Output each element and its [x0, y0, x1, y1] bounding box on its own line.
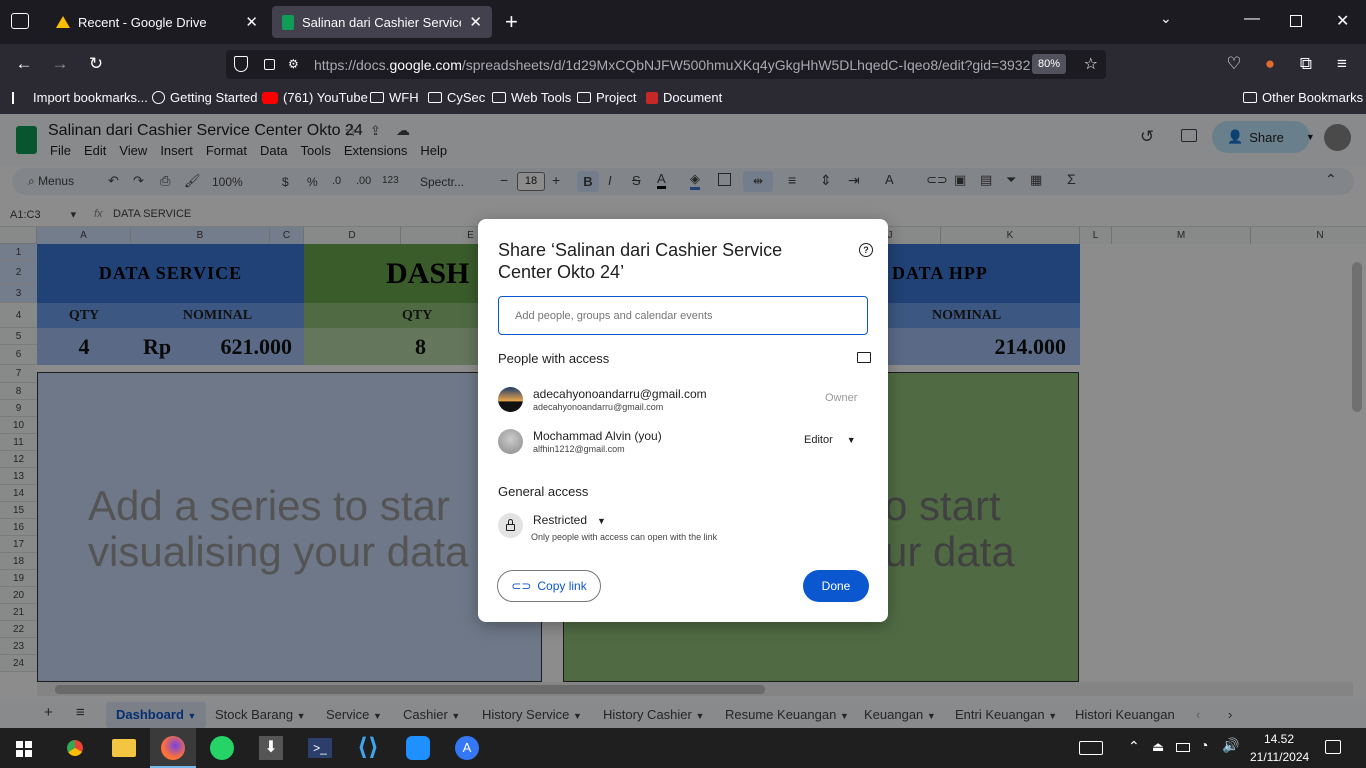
folder-icon	[1243, 92, 1257, 103]
finder-icon[interactable]	[406, 736, 430, 760]
access-description: Only people with access can open with th…	[531, 532, 718, 542]
import-icon	[12, 91, 28, 104]
clock-date[interactable]: 21/11/2024	[1250, 750, 1309, 764]
new-tab-icon[interactable]: +	[505, 9, 518, 35]
browser-tab-sheets[interactable]: Salinan dari Cashier Service Center ✕	[272, 6, 492, 38]
powershell-icon[interactable]: >_	[308, 738, 332, 758]
volume-icon[interactable]: 🔊	[1222, 737, 1239, 754]
battery-icon[interactable]	[1176, 743, 1190, 752]
app-store-icon[interactable]: A	[455, 736, 479, 760]
chevron-down-icon: ▼	[846, 435, 856, 445]
clock-time[interactable]: 14.52	[1264, 732, 1294, 746]
chevron-up-icon[interactable]: ⌃	[1128, 738, 1140, 755]
chevron-down-icon[interactable]: ⌄	[1160, 10, 1172, 27]
vscode-icon[interactable]: ⟨⟩	[357, 736, 381, 760]
person-row-editor: Mochammad Alvin (you) alfhin1212@gmail.c…	[498, 429, 868, 461]
drive-icon	[56, 16, 70, 28]
bookmark-project[interactable]: Project	[577, 90, 636, 105]
youtube-icon	[262, 91, 278, 104]
share-dialog: Share ‘Salinan dari Cashier Service Cent…	[478, 219, 888, 622]
bookmark-getting-started[interactable]: Getting Started	[152, 90, 257, 105]
chrome-icon[interactable]	[63, 736, 87, 760]
general-access-heading: General access	[498, 484, 589, 499]
notification-icon[interactable]	[1325, 740, 1341, 754]
chevron-down-icon: ▼	[597, 516, 606, 526]
person-name: Mochammad Alvin (you)	[533, 429, 662, 443]
firefox-icon[interactable]	[150, 728, 196, 768]
wifi-icon[interactable]: ◔	[1200, 737, 1208, 753]
avatar	[498, 429, 523, 454]
bookmark-import[interactable]: Import bookmarks...	[12, 90, 148, 105]
reload-icon[interactable]: ↻	[85, 53, 107, 75]
extensions-icon[interactable]: ⧉	[1295, 53, 1317, 75]
copy-link-button[interactable]: ⊂⊃ Copy link	[497, 570, 601, 602]
pocket-icon[interactable]: ♡	[1223, 53, 1245, 75]
navigation-bar: ← → ↻ ⚙ https://docs. google.com/spreadsh…	[0, 44, 1366, 84]
bookmark-document[interactable]: Document	[646, 90, 722, 105]
bookmark-web-tools[interactable]: Web Tools	[492, 90, 571, 105]
windows-taskbar: ⬇ >_ ⟨⟩ A ⌃ ⏏ ◔ 🔊 14.52 21/11/2024	[0, 728, 1366, 768]
extension-badge-icon[interactable]: ●	[1259, 53, 1281, 75]
close-window-icon[interactable]: ✕	[1336, 11, 1349, 31]
browser-tab-drive[interactable]: Recent - Google Drive ✕	[46, 6, 268, 38]
folder-icon	[370, 92, 384, 103]
person-email: adecahyonoandarru@gmail.com	[533, 402, 664, 412]
folder-icon	[492, 92, 506, 103]
add-people-input[interactable]	[498, 296, 868, 335]
minimize-icon[interactable]: —	[1244, 10, 1260, 28]
shield-icon	[234, 56, 248, 72]
person-email: alfhin1212@gmail.com	[533, 444, 625, 454]
tab-list-icon[interactable]	[11, 13, 29, 29]
file-explorer-icon[interactable]	[112, 739, 136, 757]
folder-icon	[577, 92, 591, 103]
bookmarks-bar: Import bookmarks... Getting Started (761…	[0, 84, 1366, 114]
people-heading: People with access	[498, 351, 610, 366]
browser-tab-bar: Recent - Google Drive ✕ Salinan dari Cas…	[0, 0, 1366, 44]
access-level-dropdown[interactable]: Restricted ▼	[533, 513, 606, 527]
bookmark-other[interactable]: Other Bookmarks	[1243, 90, 1363, 105]
close-tab-icon[interactable]: ✕	[245, 13, 258, 31]
link-icon: ⊂⊃	[511, 579, 532, 593]
folder-icon	[428, 92, 442, 103]
zoom-badge[interactable]: 80%	[1031, 54, 1066, 74]
role-dropdown[interactable]: Editor ▼	[804, 434, 856, 446]
person-name: adecahyonoandarru@gmail.com	[533, 387, 707, 401]
globe-icon	[152, 91, 165, 104]
url-path: /spreadsheets/d/1d29MxCQbNJFW500hmuXKq4y…	[461, 56, 1031, 73]
restore-icon[interactable]	[1290, 15, 1302, 27]
bookmark-cysec[interactable]: CySec	[428, 90, 485, 105]
sheets-icon	[282, 14, 294, 30]
close-tab-icon[interactable]: ✕	[469, 13, 482, 31]
bookmark-wfh[interactable]: WFH	[370, 90, 419, 105]
permissions-icon[interactable]: ⚙	[288, 57, 299, 71]
url-bar[interactable]: ⚙ https://docs. google.com/spreadsheets/d…	[226, 50, 1106, 79]
back-icon[interactable]: ←	[13, 53, 35, 75]
forward-icon[interactable]: →	[49, 53, 71, 75]
tab-title: Recent - Google Drive	[78, 14, 207, 30]
star-bookmark-icon[interactable]: ☆	[1084, 54, 1098, 74]
email-icon[interactable]	[857, 352, 871, 363]
bookmark-youtube[interactable]: (761) YouTube	[262, 90, 368, 105]
whatsapp-icon[interactable]	[210, 736, 234, 760]
windows-start-icon[interactable]	[16, 741, 32, 757]
url-domain: google.com	[389, 56, 462, 73]
done-button[interactable]: Done	[803, 570, 869, 602]
lock-icon	[264, 59, 275, 70]
url-prefix: https://docs.	[314, 56, 390, 73]
downloads-icon[interactable]: ⬇	[259, 736, 283, 760]
dialog-title: Share ‘Salinan dari Cashier Service Cent…	[498, 240, 783, 282]
hamburger-menu-icon[interactable]: ≡	[1331, 53, 1353, 75]
keyboard-icon[interactable]	[1079, 741, 1103, 755]
tab-title: Salinan dari Cashier Service Center	[302, 14, 461, 30]
person-row-owner: adecahyonoandarru@gmail.com adecahyonoan…	[498, 387, 868, 419]
help-icon[interactable]: ?	[859, 243, 873, 257]
usb-icon[interactable]: ⏏	[1152, 739, 1164, 755]
owner-role-label: Owner	[825, 392, 858, 404]
lock-icon	[498, 513, 523, 538]
avatar	[498, 387, 523, 412]
document-icon	[646, 91, 658, 104]
